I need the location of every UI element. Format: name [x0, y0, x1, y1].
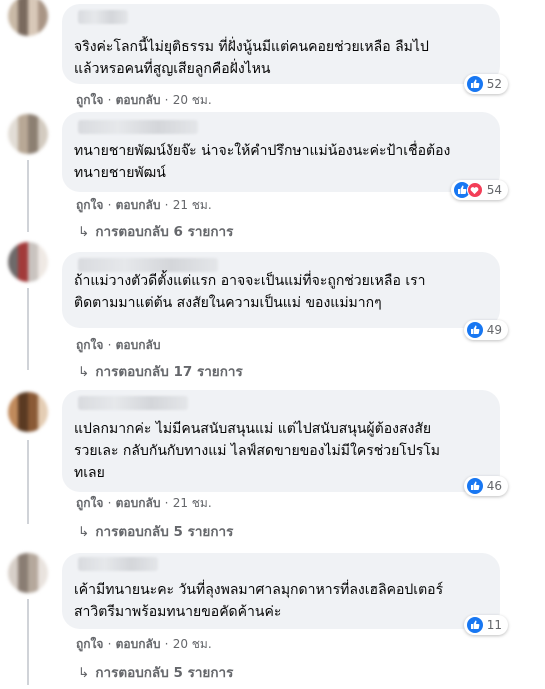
author-name-blurred[interactable] [78, 10, 128, 24]
comment-bubble: จริงค่ะโลกนี้ไม่ยุติธรรม ที่ฝั่งนู้นมีแต… [62, 4, 508, 94]
comment-text: แปลกมากค่ะ ไม่มีคนสนับสนุนแม่ แต่ไปสนับส… [74, 421, 440, 481]
avatar[interactable] [8, 242, 48, 282]
reaction-count: 49 [486, 323, 502, 337]
thread-line [27, 599, 29, 685]
reply-link[interactable]: ตอบกลับ [116, 637, 161, 651]
author-name-blurred[interactable] [78, 120, 198, 134]
view-replies-link[interactable]: ↳ การตอบกลับ 5 รายการ [78, 520, 233, 542]
reaction-summary[interactable]: 46 [463, 476, 508, 496]
reaction-summary[interactable]: 11 [463, 615, 508, 635]
like-link[interactable]: ถูกใจ [76, 496, 103, 510]
comment-bubble: ถ้าแม่วางตัวดีตั้งแต่แรก อาจจะเป็นแม่ที่… [62, 252, 508, 340]
comment-text: ถ้าแม่วางตัวดีตั้งแต่แรก อาจจะเป็นแม่ที่… [74, 273, 426, 311]
comment-actions: ถูกใจ · ตอบกลับ · 20 ชม. [76, 93, 212, 107]
reaction-summary[interactable]: 52 [463, 74, 508, 94]
comment-actions: ถูกใจ · ตอบกลับ · 21 ชม. [76, 496, 212, 510]
like-icon [466, 76, 483, 92]
reaction-count: 54 [486, 183, 502, 197]
comment-bubble: เค้ามีทนายนะคะ วันที่ลุงพลมาศาลมุกดาหารท… [62, 553, 508, 635]
comment-actions: ถูกใจ · ตอบกลับ [76, 338, 161, 352]
reply-arrow-icon: ↳ [78, 364, 90, 380]
reply-arrow-icon: ↳ [78, 524, 90, 540]
author-name-blurred[interactable] [78, 557, 158, 571]
like-link[interactable]: ถูกใจ [76, 93, 103, 107]
like-link[interactable]: ถูกใจ [76, 637, 103, 651]
avatar[interactable] [8, 392, 48, 432]
timestamp[interactable]: 21 ชม. [173, 198, 212, 212]
avatar[interactable] [8, 0, 48, 36]
thread-line [27, 160, 29, 232]
like-icon [466, 322, 483, 338]
reply-arrow-icon: ↳ [78, 224, 90, 240]
timestamp[interactable]: 21 ชม. [173, 496, 212, 510]
heart-icon [466, 182, 483, 198]
view-replies-link[interactable]: ↳ การตอบกลับ 5 รายการ [78, 661, 233, 683]
timestamp[interactable]: 20 ชม. [173, 93, 212, 107]
like-icon [466, 617, 483, 633]
comment-actions: ถูกใจ · ตอบกลับ · 20 ชม. [76, 637, 212, 651]
author-name-blurred[interactable] [78, 396, 188, 410]
reaction-count: 52 [486, 77, 502, 91]
reply-link[interactable]: ตอบกลับ [116, 93, 161, 107]
comment-text: เค้ามีทนายนะคะ วันที่ลุงพลมาศาลมุกดาหารท… [74, 582, 444, 620]
avatar[interactable] [8, 553, 48, 593]
thread-line [27, 440, 29, 524]
comment-bubble: แปลกมากค่ะ ไม่มีคนสนับสนุนแม่ แต่ไปสนับส… [62, 390, 508, 496]
reply-link[interactable]: ตอบกลับ [116, 496, 161, 510]
reply-arrow-icon: ↳ [78, 665, 90, 681]
comment-text: ทนายชายพัฒน์งัยจ๊ะ น่าจะให้คำปรึกษาแม่น้… [74, 143, 451, 181]
reaction-summary[interactable]: 49 [463, 320, 508, 340]
view-replies-link[interactable]: ↳ การตอบกลับ 6 รายการ [78, 220, 233, 242]
reply-link[interactable]: ตอบกลับ [116, 198, 161, 212]
comment-bubble: ทนายชายพัฒน์งัยจ๊ะ น่าจะให้คำปรึกษาแม่น้… [62, 112, 508, 200]
comment-text: จริงค่ะโลกนี้ไม่ยุติธรรม ที่ฝั่งนู้นมีแต… [74, 39, 429, 77]
reaction-count: 11 [486, 618, 502, 632]
avatar[interactable] [8, 114, 48, 154]
reaction-count: 46 [486, 479, 502, 493]
view-replies-link[interactable]: ↳ การตอบกลับ 17 รายการ [78, 360, 243, 382]
thread-line [27, 288, 29, 370]
like-link[interactable]: ถูกใจ [76, 198, 103, 212]
comment-actions: ถูกใจ · ตอบกลับ · 21 ชม. [76, 198, 212, 212]
reply-link[interactable]: ตอบกลับ [116, 338, 161, 352]
like-icon [466, 478, 483, 494]
like-link[interactable]: ถูกใจ [76, 338, 103, 352]
timestamp[interactable]: 20 ชม. [173, 637, 212, 651]
reaction-summary[interactable]: 54 [450, 180, 508, 200]
